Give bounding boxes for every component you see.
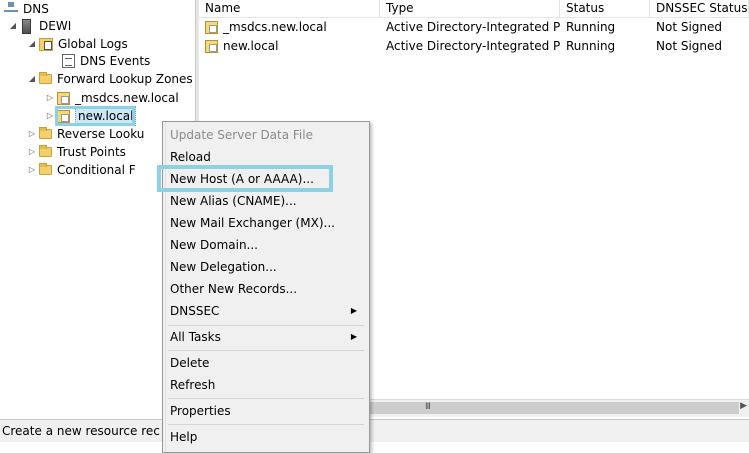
menu-item-new-alias[interactable]: New Alias (CNAME)... (164, 190, 367, 212)
tree-node-reverse-zones[interactable]: ▷ Reverse Looku (27, 125, 144, 143)
tree-label-reverse-zones: Reverse Looku (57, 127, 145, 141)
menu-item-refresh[interactable]: Refresh (164, 374, 367, 396)
tree-label-conditional: Conditional F (57, 163, 136, 177)
cell-dnssec: Not Signed (656, 20, 723, 34)
table-row[interactable]: new.local Active Directory-Integrated Pr… (199, 37, 749, 56)
scroll-right-arrow-icon[interactable]: ▶ (740, 401, 747, 411)
folder-icon (39, 72, 52, 84)
tree-node-forward-zones[interactable]: ◢ Forward Lookup Zones (27, 70, 193, 88)
tree-label-global-logs: Global Logs (58, 37, 128, 51)
tree-node-global-logs[interactable]: ◢ Global Logs (27, 35, 128, 53)
menu-item-delete[interactable]: Delete (164, 352, 367, 374)
tree-label-trust-points: Trust Points (57, 145, 126, 159)
menu-separator (168, 424, 364, 425)
menu-item-new-domain[interactable]: New Domain... (164, 234, 367, 256)
list-header: Name Type Status DNSSEC Status (199, 0, 749, 18)
collapsed-arrow-icon[interactable]: ▷ (45, 107, 55, 125)
tree-label-server: DEWI (39, 19, 72, 33)
menu-item-dnssec[interactable]: DNSSEC ▶ (164, 300, 367, 322)
collapsed-arrow-icon[interactable]: ▷ (27, 161, 37, 179)
submenu-arrow-icon: ▶ (350, 332, 357, 341)
server-icon (22, 18, 31, 34)
collapsed-arrow-icon[interactable]: ▷ (27, 125, 37, 143)
selection-highlight (55, 106, 135, 126)
collapsed-arrow-icon[interactable]: ▷ (45, 89, 55, 107)
tree-label-msdcs-zone: _msdcs.new.local (75, 91, 179, 105)
collapsed-arrow-icon[interactable]: ▷ (27, 143, 37, 161)
status-bar: Create a new resource rec (0, 419, 749, 442)
menu-item-all-tasks[interactable]: All Tasks ▶ (164, 326, 367, 348)
zone-icon (205, 21, 218, 34)
tree-label-dns-events: DNS Events (80, 54, 151, 68)
menu-item-update-server-data-file: Update Server Data File (170, 128, 313, 142)
event-log-icon (62, 54, 75, 68)
tree-node-msdcs-zone[interactable]: ▷ _msdcs.new.local (45, 89, 179, 107)
cell-type: Active Directory-Integrated Pr... (386, 20, 560, 34)
scrollbar-grip-icon: III (425, 402, 431, 412)
table-row[interactable]: _msdcs.new.local Active Directory-Integr… (199, 18, 749, 37)
menu-separator (168, 350, 364, 351)
folder-icon (39, 163, 52, 175)
folder-icon (39, 145, 52, 157)
menu-item-new-mail-exchanger[interactable]: New Mail Exchanger (MX)... (164, 212, 367, 234)
cell-name: new.local (199, 37, 380, 56)
cell-dnssec: Not Signed (656, 39, 723, 53)
zone-icon (205, 40, 218, 53)
tree-node-dns-events[interactable]: DNS Events (62, 52, 150, 70)
zone-icon (57, 91, 70, 105)
tree-label-forward-zones: Forward Lookup Zones (57, 72, 193, 86)
tree-node-conditional[interactable]: ▷ Conditional F (27, 161, 136, 179)
tree-label-dns: DNS (23, 2, 49, 16)
menu-item-other-new-records[interactable]: Other New Records... (164, 278, 367, 300)
cell-status: Running (566, 20, 616, 34)
expanded-arrow-icon[interactable]: ◢ (8, 17, 18, 35)
column-header-type[interactable]: Type (380, 0, 560, 17)
menu-item-help[interactable]: Help (164, 426, 367, 448)
cell-name: _msdcs.new.local (199, 18, 380, 37)
tree-node-dns[interactable]: DNS (4, 0, 49, 18)
expanded-arrow-icon[interactable]: ◢ (27, 35, 37, 53)
column-header-name[interactable]: Name (199, 0, 380, 17)
status-text: Create a new resource rec (2, 424, 160, 438)
logs-folder-icon (39, 37, 53, 51)
expanded-arrow-icon[interactable]: ◢ (27, 70, 37, 88)
dns-icon (4, 2, 18, 16)
menu-item-highlight (157, 165, 333, 192)
tree-node-trust-points[interactable]: ▷ Trust Points (27, 143, 126, 161)
menu-separator (168, 398, 364, 399)
column-header-dnssec[interactable]: DNSSEC Status (650, 0, 749, 17)
folder-icon (39, 127, 52, 139)
menu-item-new-delegation[interactable]: New Delegation... (164, 256, 367, 278)
column-header-status[interactable]: Status (560, 0, 650, 17)
cell-status: Running (566, 39, 616, 53)
tree-node-server[interactable]: ◢ DEWI (8, 17, 71, 35)
submenu-arrow-icon: ▶ (350, 306, 357, 315)
cell-type: Active Directory-Integrated Pr... (386, 39, 560, 53)
menu-item-properties[interactable]: Properties (164, 400, 367, 422)
